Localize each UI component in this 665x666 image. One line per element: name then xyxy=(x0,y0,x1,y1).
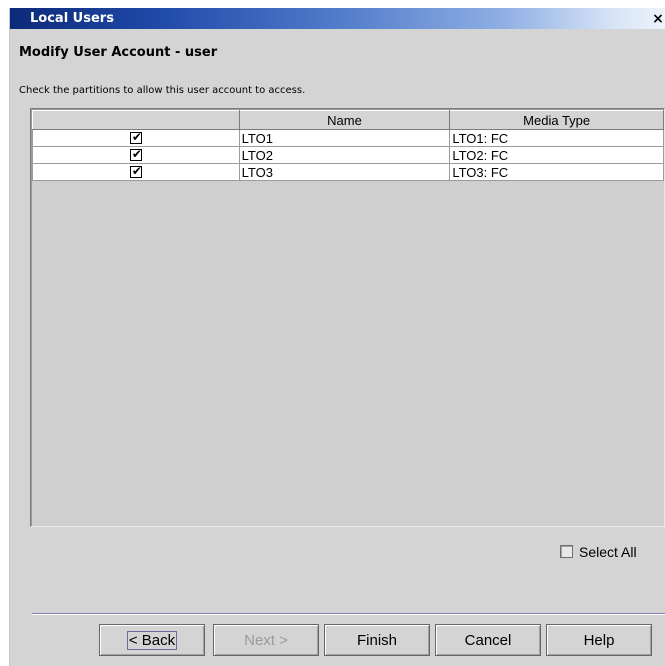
page-title: Modify User Account - user xyxy=(19,45,218,60)
window-title: Local Users xyxy=(30,11,114,26)
partition-name: LTO1 xyxy=(238,129,451,147)
cancel-button-label: Cancel xyxy=(464,631,512,649)
partition-checkbox[interactable]: ✔ xyxy=(129,147,142,162)
finish-button[interactable]: Finish xyxy=(324,624,430,656)
select-all-checkbox[interactable]: Select All xyxy=(560,543,637,560)
close-icon[interactable]: × xyxy=(650,11,665,27)
finish-button-label: Finish xyxy=(356,631,397,649)
row-checkbox-cell[interactable]: ✔ xyxy=(32,163,240,181)
checkmark-icon: ✔ xyxy=(131,164,142,179)
partition-name: LTO3 xyxy=(238,163,451,181)
column-header-media-type[interactable]: Media Type xyxy=(449,110,664,130)
partitions-table-panel: Name Media Type ✔ LTO1 LTO1: FC ✔ LTO2 L… xyxy=(30,108,665,527)
checkmark-icon: ✔ xyxy=(131,130,142,145)
title-bar[interactable]: Local Users × xyxy=(10,8,665,29)
partition-name: LTO2 xyxy=(238,146,451,164)
select-all-label[interactable]: Select All xyxy=(579,544,637,560)
partition-media-type: LTO2: FC xyxy=(449,146,664,164)
back-button[interactable]: < Back xyxy=(99,624,205,656)
table-row[interactable]: ✔ LTO2 LTO2: FC xyxy=(32,146,664,164)
local-users-window: Local Users × Modify User Account - user… xyxy=(9,8,665,666)
instruction-text: Check the partitions to allow this user … xyxy=(19,85,306,96)
partition-media-type: LTO1: FC xyxy=(449,129,664,147)
partition-checkbox[interactable]: ✔ xyxy=(129,164,142,179)
partition-media-type: LTO3: FC xyxy=(449,163,664,181)
partitions-table: Name Media Type ✔ LTO1 LTO1: FC ✔ LTO2 L… xyxy=(32,110,664,181)
row-checkbox-cell[interactable]: ✔ xyxy=(32,146,240,164)
column-header-name[interactable]: Name xyxy=(238,110,451,130)
cancel-button[interactable]: Cancel xyxy=(435,624,541,656)
next-button-label: Next > xyxy=(244,631,288,649)
back-button-label: < Back xyxy=(126,630,178,650)
table-row[interactable]: ✔ LTO3 LTO3: FC xyxy=(32,163,664,181)
table-row[interactable]: ✔ LTO1 LTO1: FC xyxy=(32,129,664,147)
next-button[interactable]: Next > xyxy=(213,624,319,656)
checkmark-icon: ✔ xyxy=(131,147,142,162)
partition-checkbox[interactable]: ✔ xyxy=(129,130,142,145)
column-header-select[interactable] xyxy=(32,110,240,130)
table-header-row: Name Media Type xyxy=(32,110,664,130)
help-button[interactable]: Help xyxy=(546,624,652,656)
button-separator xyxy=(32,613,665,615)
help-button-label: Help xyxy=(583,631,615,649)
select-all-box[interactable] xyxy=(560,545,573,558)
row-checkbox-cell[interactable]: ✔ xyxy=(32,129,240,147)
